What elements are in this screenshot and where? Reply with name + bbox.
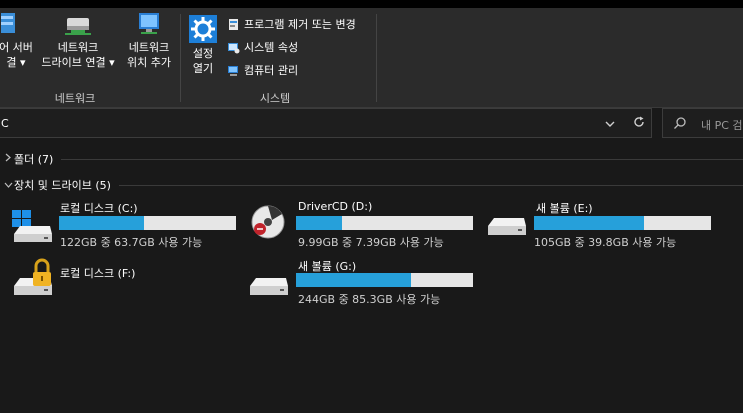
network-location-icon [139,13,159,34]
section-divider [61,158,743,160]
address-bar[interactable]: C [0,108,652,138]
devices-section-header[interactable]: 장치 및 드라이브 (5) [0,177,743,193]
drive-f[interactable]: 로컬 디스크 (F:) [8,258,244,304]
drive-free-space: 9.99GB 중 7.39GB 사용 가능 [298,236,444,249]
folders-section-header[interactable]: 폴더 (7) [0,151,743,167]
address-row: C 내 PC 검 [0,108,743,140]
section-divider [118,184,743,186]
drive-name: 로컬 디스크 (C:) [60,202,138,215]
system-group-label: 시스템 [259,92,291,105]
chevron-down-icon [2,180,14,191]
gear-icon [189,15,217,43]
hard-drive-icon [250,278,288,295]
hard-drive-icon [488,218,526,235]
network-group-label: 네트워크 [54,92,96,105]
drive-name: DriverCD (D:) [298,200,373,213]
ribbon-divider [376,14,377,102]
drive-usage-fill [59,216,144,230]
uninstall-icon [229,18,238,30]
devices-section-title: 장치 및 드라이브 (5) [14,179,111,192]
folders-section-title: 폴더 (7) [14,153,54,166]
search-box[interactable]: 내 PC 검 [662,108,743,138]
refresh-icon [634,116,644,127]
drive-d[interactable]: DriverCD (D:) 9.99GB 중 7.39GB 사용 가능 [246,200,482,250]
title-strip [0,0,743,8]
ribbon-divider [180,14,181,102]
drive-c[interactable]: 로컬 디스크 (C:) 122GB 중 63.7GB 사용 가능 [8,200,244,250]
uninstall-program-button[interactable]: 프로그램 제거 또는 변경 [227,16,356,32]
windows-drive-icon [12,210,52,242]
chevron-down-icon [605,121,615,127]
drive-e[interactable]: 새 볼륨 (E:) 105GB 중 39.8GB 사용 가능 [484,200,720,250]
locked-drive-icon [14,258,52,295]
computer-management-button[interactable]: 컴퓨터 관리 [227,62,298,78]
drive-usage-fill [296,216,343,230]
address-path: C [1,117,9,130]
chevron-right-icon [2,153,14,165]
drive-name: 로컬 디스크 (F:) [60,267,136,280]
drive-free-space: 122GB 중 63.7GB 사용 가능 [60,236,203,249]
computer-management-icon [228,65,238,76]
refresh-button[interactable] [627,113,651,135]
drive-free-space: 105GB 중 39.8GB 사용 가능 [534,236,677,249]
drive-usage-bar [534,216,711,230]
cd-drive-icon [251,205,285,239]
system-properties-button[interactable]: 시스템 속성 [227,39,298,55]
map-server-button[interactable]: 어 서버 결 ▾ [0,10,38,70]
network-drive-icon [65,18,91,35]
drive-usage-fill [296,273,412,287]
add-network-location-button[interactable]: 네트워크 위치 추가 [122,10,176,70]
drive-g[interactable]: 새 볼륨 (G:) 244GB 중 85.3GB 사용 가능 [246,258,482,308]
drive-usage-bar [59,216,236,230]
system-properties-icon [228,42,240,53]
open-settings-button[interactable]: 설정 열기 [186,14,220,76]
drive-name: 새 볼륨 (G:) [298,260,357,273]
drive-free-space: 244GB 중 85.3GB 사용 가능 [298,293,441,306]
drive-usage-bar [296,216,473,230]
drive-usage-bar [296,273,473,287]
search-icon [674,117,686,129]
drive-name: 새 볼륨 (E:) [536,202,593,215]
search-placeholder: 내 PC 검 [701,119,743,132]
address-history-dropdown[interactable] [597,113,623,135]
ribbon: 어 서버 결 ▾ 네트워크 드라이브 연결 ▾ 네트워크 위치 추가 네트워크 [0,8,743,108]
map-network-drive-button[interactable]: 네트워크 드라이브 연결 ▾ [40,10,116,70]
server-icon [1,13,15,33]
drive-usage-fill [534,216,644,230]
